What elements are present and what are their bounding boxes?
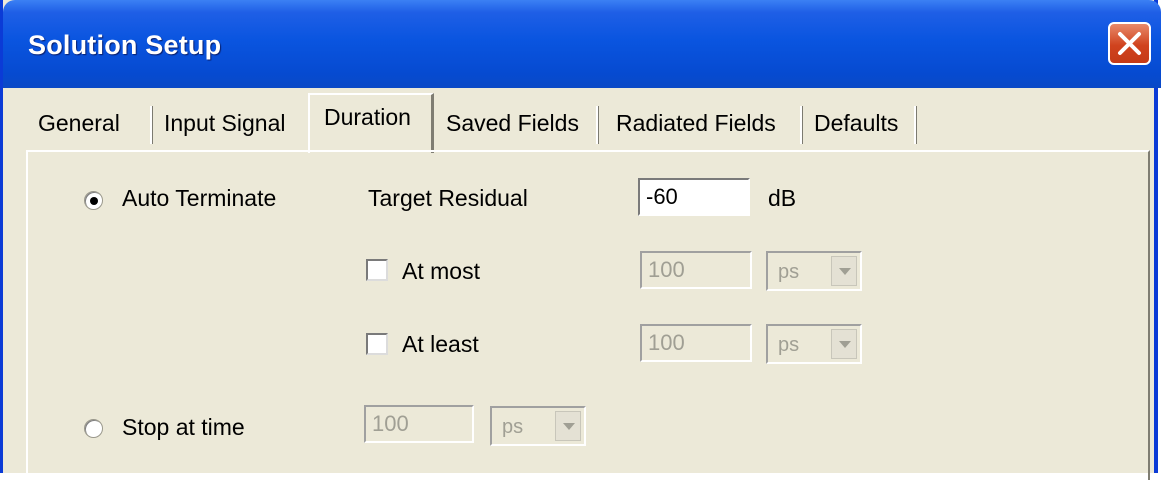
tab-separator [914,106,917,144]
dropdown-button[interactable] [831,256,857,286]
at-most-unit-value: ps [778,261,800,283]
stop-at-time-unit-value: ps [502,416,524,438]
tab-general[interactable]: General [38,110,120,137]
target-residual-label: Target Residual [368,185,528,211]
dropdown-arrow-icon [563,423,575,430]
at-least-unit-value: ps [778,334,800,356]
at-most-unit-select[interactable]: ps [766,251,862,291]
dropdown-button[interactable] [555,411,581,441]
at-least-label: At least [402,331,479,357]
dropdown-arrow-icon [839,341,851,348]
at-least-input[interactable]: 100 [640,324,752,362]
auto-terminate-radio[interactable] [84,191,103,210]
tab-input-signal[interactable]: Input Signal [164,110,285,137]
close-button[interactable] [1108,22,1151,65]
tab-saved-fields[interactable]: Saved Fields [446,110,579,137]
tab-separator [800,106,803,144]
tab-separator [150,106,153,144]
target-residual-unit: dB [768,185,797,211]
close-icon [1118,32,1141,55]
at-most-input[interactable]: 100 [640,251,752,289]
title-bar[interactable]: Solution Setup [3,0,1161,88]
target-residual-input[interactable]: -60 [638,178,750,216]
tab-radiated-fields[interactable]: Radiated Fields [616,110,776,137]
dropdown-button[interactable] [831,329,857,359]
at-least-unit-select[interactable]: ps [766,324,862,364]
stop-at-time-radio[interactable] [84,419,103,438]
window-title: Solution Setup [28,30,222,60]
tab-separator [596,106,599,144]
tab-defaults[interactable]: Defaults [814,110,898,137]
at-most-checkbox[interactable] [366,259,388,281]
stop-at-time-label: Stop at time [122,414,245,440]
stop-at-time-input[interactable]: 100 [364,405,474,443]
at-least-checkbox[interactable] [366,333,388,355]
tab-duration[interactable]: Duration [324,104,411,131]
radio-selected-dot [90,197,98,205]
stop-at-time-unit-select[interactable]: ps [490,406,586,446]
dropdown-arrow-icon [839,268,851,275]
auto-terminate-label: Auto Terminate [122,185,277,211]
at-most-label: At most [402,258,480,284]
